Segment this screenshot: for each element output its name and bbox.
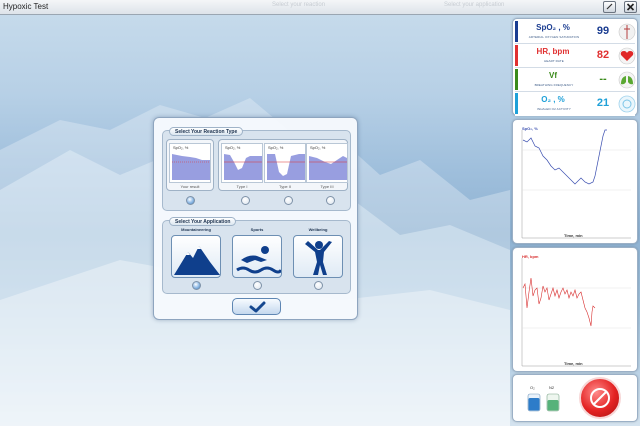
confirm-button[interactable] (232, 298, 281, 315)
hr-chart-panel: HR, bpm Time, min (512, 247, 638, 372)
selection-dialog: Select Your Reaction Type SpO₂, % Your r… (153, 117, 358, 320)
reaction-type1-thumb[interactable]: SpO₂, % (221, 143, 263, 183)
vitals-panel: SpO₂ , % ARTERIAL OXYGEN SATURATION 99 H… (512, 18, 638, 116)
title-faint-right: Select your application (444, 2, 505, 8)
reaction-type3-thumb[interactable]: SpO₂, % (306, 143, 348, 183)
radio-type3[interactable] (326, 196, 335, 205)
reaction-caption-type2: Type II (278, 184, 291, 189)
n2-gas-label: N2 (549, 385, 555, 390)
vital-hr-sub: HEART RATE (544, 59, 564, 63)
vital-hr-value: 82 (596, 49, 610, 61)
reaction-types-group: SpO₂, % SpO₂, % SpO₂, % Type I Type II T… (218, 139, 348, 191)
restore-icon (606, 3, 613, 10)
vital-vf-sub: BREATHING FREQUENCY (534, 83, 574, 87)
reaction-type-group: Select Your Reaction Type SpO₂, % Your r… (162, 127, 351, 211)
application-title: Select Your Application (169, 217, 237, 226)
o2-cylinder-icon (527, 393, 541, 412)
vital-o2: O₂ , % INHALED O2 ACTIVITY 21 (515, 92, 636, 116)
o2-gas-label: O₂ (530, 385, 535, 390)
vital-spo2-name: SpO₂ , % (536, 23, 570, 32)
thumb-label: SpO₂, % (310, 145, 326, 150)
window-title: Hypoxic Test (3, 2, 49, 11)
hr-chart (521, 258, 631, 367)
mountain-icon (174, 246, 220, 275)
radio-type1[interactable] (241, 196, 250, 205)
swimmer-icon (236, 246, 281, 274)
vital-vf-name: Vf (549, 71, 557, 80)
sports-tile[interactable] (232, 235, 282, 278)
app-label-wellbeing: Wellbeing (308, 227, 328, 232)
thumb-label: SpO₂, % (268, 145, 284, 150)
app-label-sports: Sports (250, 227, 264, 232)
checkmark-icon (249, 301, 266, 313)
app-label-mountaineering: Mountaineering (181, 227, 211, 232)
lungs-icon (618, 71, 636, 89)
reaction-type2-thumb[interactable]: SpO₂, % (264, 143, 306, 183)
vital-spo2-value: 99 (596, 25, 610, 37)
spo2-chart (521, 129, 631, 239)
hr-chart-xlabel: Time, min (564, 361, 583, 366)
title-bar: Hypoxic Test Select your reaction Select… (0, 0, 640, 15)
application-group: Select Your Application Mountaineering S… (162, 217, 351, 294)
spo2-chart-xlabel: Time, min (564, 233, 583, 238)
reaction-your-result-card[interactable]: SpO₂, % Your result (166, 139, 214, 191)
mountaineering-tile[interactable] (171, 235, 221, 278)
close-button[interactable] (624, 1, 637, 13)
vital-o2-name: O₂ , % (541, 95, 565, 104)
reaction-caption-type3: Type III (320, 184, 334, 189)
heart-icon (618, 47, 636, 65)
reaction-thumbnail: SpO₂, % (169, 143, 211, 183)
thumb-label: SpO₂, % (225, 145, 241, 150)
vital-vf-bar (515, 69, 518, 90)
title-faint-center: Select your reaction (272, 2, 326, 8)
type1-mini-chart (224, 154, 262, 180)
reaction-mini-chart (172, 154, 210, 180)
stop-test-button[interactable] (579, 377, 621, 419)
radio-type2[interactable] (284, 196, 293, 205)
vital-spo2-bar (515, 21, 518, 42)
spo2-chart-panel: SpO₂, % Time, min (512, 119, 638, 244)
n2-cylinder-icon (546, 393, 560, 412)
type3-mini-chart (309, 156, 347, 180)
radio-sports[interactable] (253, 281, 262, 290)
vital-hr-bar (515, 45, 518, 66)
vital-hr: HR, bpm HEART RATE 82 (515, 44, 636, 68)
restore-button[interactable] (603, 1, 616, 13)
close-icon (626, 3, 635, 11)
reaction-type-title: Select Your Reaction Type (169, 127, 244, 136)
radio-wellbeing[interactable] (314, 281, 323, 290)
vital-o2-sub: INHALED O2 ACTIVITY (537, 107, 571, 111)
gas-control-panel: O₂ N2 (512, 374, 638, 422)
radio-mountaineering[interactable] (192, 281, 201, 290)
wellbeing-person-icon (305, 241, 332, 275)
vital-hr-name: HR, bpm (536, 47, 570, 56)
wellbeing-tile[interactable] (293, 235, 343, 278)
lungs-body-icon (618, 23, 636, 41)
type2-mini-chart (267, 154, 305, 180)
vital-o2-value: 21 (596, 97, 610, 109)
o2-sensor-icon (618, 95, 636, 113)
stop-no-oxygen-icon (590, 388, 610, 408)
vital-vf-value: -- (599, 73, 607, 85)
vital-vf: Vf BREATHING FREQUENCY -- (515, 68, 636, 92)
vital-spo2-sub: ARTERIAL OXYGEN SATURATION (528, 35, 580, 39)
reaction-caption-your-result: Your result (180, 184, 200, 189)
vital-o2-bar (515, 93, 518, 114)
radio-your-result[interactable] (186, 196, 195, 205)
thumb-label: SpO₂, % (173, 145, 189, 150)
reaction-caption-type1: Type I (236, 184, 248, 189)
vital-spo2: SpO₂ , % ARTERIAL OXYGEN SATURATION 99 (515, 20, 636, 44)
